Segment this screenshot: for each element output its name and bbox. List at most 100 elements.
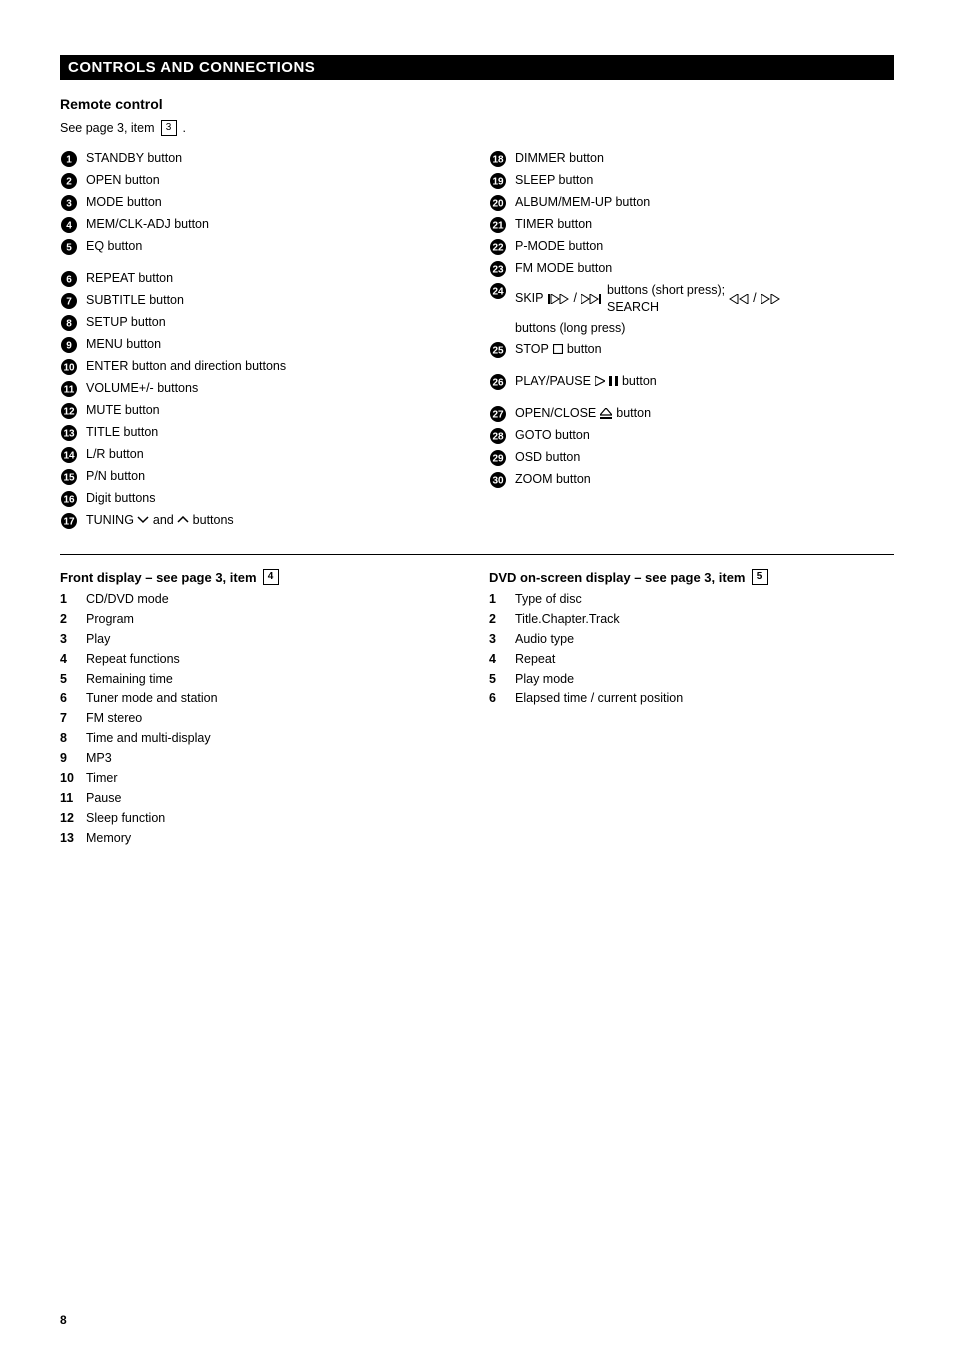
svg-text:18: 18 bbox=[492, 155, 504, 166]
circled-number-icon: 14 bbox=[60, 446, 78, 464]
remote-item-label: P/N button bbox=[86, 468, 465, 485]
remote-item-label: SUBTITLE button bbox=[86, 292, 465, 309]
dvd-display-heading: DVD on-screen display – see page 3, item… bbox=[489, 569, 894, 585]
remote-item-label: VOLUME+/- buttons bbox=[86, 380, 465, 397]
skip-prev-icon bbox=[548, 294, 570, 304]
remote-item-13: 13 TITLE button bbox=[60, 424, 465, 442]
circled-number-icon: 21 bbox=[489, 216, 507, 234]
remote-item-5: 5 EQ button bbox=[60, 238, 465, 256]
list-number: 1 bbox=[489, 591, 507, 608]
circled-number-icon: 3 bbox=[60, 194, 78, 212]
list-number: 1 bbox=[60, 591, 78, 608]
list-label: FM stereo bbox=[86, 710, 142, 727]
list-number: 11 bbox=[60, 790, 78, 807]
svg-text:3: 3 bbox=[66, 199, 72, 210]
circled-number-icon: 18 bbox=[489, 150, 507, 168]
list-number: 5 bbox=[489, 671, 507, 688]
remote-item-15: 15 P/N button bbox=[60, 468, 465, 486]
remote-item-label: REPEAT button bbox=[86, 270, 465, 287]
circled-number-icon: 1 bbox=[60, 150, 78, 168]
remote-item-label: OPEN/CLOSE button bbox=[515, 405, 894, 422]
rewind-icon bbox=[729, 294, 749, 304]
list-number: 2 bbox=[489, 611, 507, 628]
front-item-6: 6Tuner mode and station bbox=[60, 690, 465, 707]
dvd-display-label: DVD on-screen display – see page 3, item bbox=[489, 570, 746, 585]
dvd-display-list: 1Type of disc2Title.Chapter.Track3Audio … bbox=[489, 591, 894, 707]
svg-text:13: 13 bbox=[63, 429, 75, 440]
remote-item-17: 17 TUNING and buttons bbox=[60, 512, 465, 530]
circled-number-icon: 9 bbox=[60, 336, 78, 354]
remote-item-3: 3 MODE button bbox=[60, 194, 465, 212]
svg-text:1: 1 bbox=[66, 155, 72, 166]
remote-item-4: 4 MEM/CLK-ADJ button bbox=[60, 216, 465, 234]
front-item-12: 12Sleep function bbox=[60, 810, 465, 827]
remote-item-label: P-MODE button bbox=[515, 238, 894, 255]
front-item-10: 10Timer bbox=[60, 770, 465, 787]
list-label: Sleep function bbox=[86, 810, 165, 827]
circled-number-icon: 13 bbox=[60, 424, 78, 442]
svg-text:25: 25 bbox=[492, 345, 504, 356]
remote-ref-row: See page 3, item 3 . bbox=[60, 120, 894, 136]
remote-item-23: 23 FM MODE button bbox=[489, 260, 894, 278]
list-label: Play mode bbox=[515, 671, 574, 688]
remote-item-label: L/R button bbox=[86, 446, 465, 463]
remote-item-label: SETUP button bbox=[86, 314, 465, 331]
period: . bbox=[183, 121, 186, 135]
svg-text:29: 29 bbox=[492, 453, 504, 464]
list-number: 10 bbox=[60, 770, 78, 787]
remote-item-28: 28 GOTO button bbox=[489, 427, 894, 445]
circled-number-icon: 2 bbox=[60, 172, 78, 190]
remote-item-11: 11 VOLUME+/- buttons bbox=[60, 380, 465, 398]
list-label: Type of disc bbox=[515, 591, 582, 608]
remote-item-label: SLEEP button bbox=[515, 172, 894, 189]
list-number: 6 bbox=[60, 690, 78, 707]
svg-text:12: 12 bbox=[63, 407, 75, 418]
front-display-label: Front display – see page 3, item bbox=[60, 570, 257, 585]
remote-item-27: 27 OPEN/CLOSE button bbox=[489, 405, 894, 423]
svg-text:10: 10 bbox=[63, 363, 75, 374]
remote-item-18: 18 DIMMER button bbox=[489, 150, 894, 168]
remote-item-label: Digit buttons bbox=[86, 490, 465, 507]
remote-item-label: ZOOM button bbox=[515, 471, 894, 488]
front-item-1: 1 CD/DVD mode bbox=[60, 591, 465, 608]
front-item-3: 3Play bbox=[60, 631, 465, 648]
eject-icon bbox=[600, 408, 612, 419]
remote-right-list: 18 DIMMER button 19 SLEEP button 20 ALBU… bbox=[489, 150, 894, 489]
list-label: Remaining time bbox=[86, 671, 173, 688]
remote-item-label: SKIP / buttons (short press);SEARCH / bu… bbox=[515, 282, 894, 337]
list-label: Memory bbox=[86, 830, 131, 847]
list-label: Repeat functions bbox=[86, 651, 180, 668]
circled-number-icon: 22 bbox=[489, 238, 507, 256]
list-label: Audio type bbox=[515, 631, 574, 648]
svg-text:4: 4 bbox=[66, 221, 72, 232]
list-number: 2 bbox=[60, 611, 78, 628]
list-number: 9 bbox=[60, 750, 78, 767]
remote-item-29: 29 OSD button bbox=[489, 449, 894, 467]
circled-number-icon: 10 bbox=[60, 358, 78, 376]
remote-item-16: 16 Digit buttons bbox=[60, 490, 465, 508]
remote-left-list: 1 STANDBY button 2 OPEN button 3 MODE bu… bbox=[60, 150, 465, 530]
list-label: CD/DVD mode bbox=[86, 591, 169, 608]
circled-number-icon: 5 bbox=[60, 238, 78, 256]
remote-item-label: ALBUM/MEM-UP button bbox=[515, 194, 894, 211]
spacer bbox=[489, 363, 894, 373]
remote-item-20: 20 ALBUM/MEM-UP button bbox=[489, 194, 894, 212]
list-number: 7 bbox=[60, 710, 78, 727]
circled-number-icon: 15 bbox=[60, 468, 78, 486]
svg-text:11: 11 bbox=[64, 385, 75, 396]
front-item-5: 5Remaining time bbox=[60, 671, 465, 688]
dvd-item-4: 4Repeat bbox=[489, 651, 894, 668]
remote-item-label: EQ button bbox=[86, 238, 465, 255]
spacer bbox=[60, 260, 465, 270]
list-label: Repeat bbox=[515, 651, 555, 668]
remote-item-25: 25 STOP button bbox=[489, 341, 894, 359]
circled-number-icon: 7 bbox=[60, 292, 78, 310]
section-header-title: CONTROLS AND CONNECTIONS bbox=[68, 59, 315, 76]
remote-item-24: 24 SKIP / buttons (short press);SEARCH /… bbox=[489, 282, 894, 337]
list-number: 3 bbox=[489, 631, 507, 648]
svg-text:15: 15 bbox=[63, 473, 75, 484]
list-number: 6 bbox=[489, 690, 507, 707]
figref-4: 4 bbox=[263, 569, 279, 585]
circled-number-icon: 17 bbox=[60, 512, 78, 530]
circled-number-icon: 6 bbox=[60, 270, 78, 288]
